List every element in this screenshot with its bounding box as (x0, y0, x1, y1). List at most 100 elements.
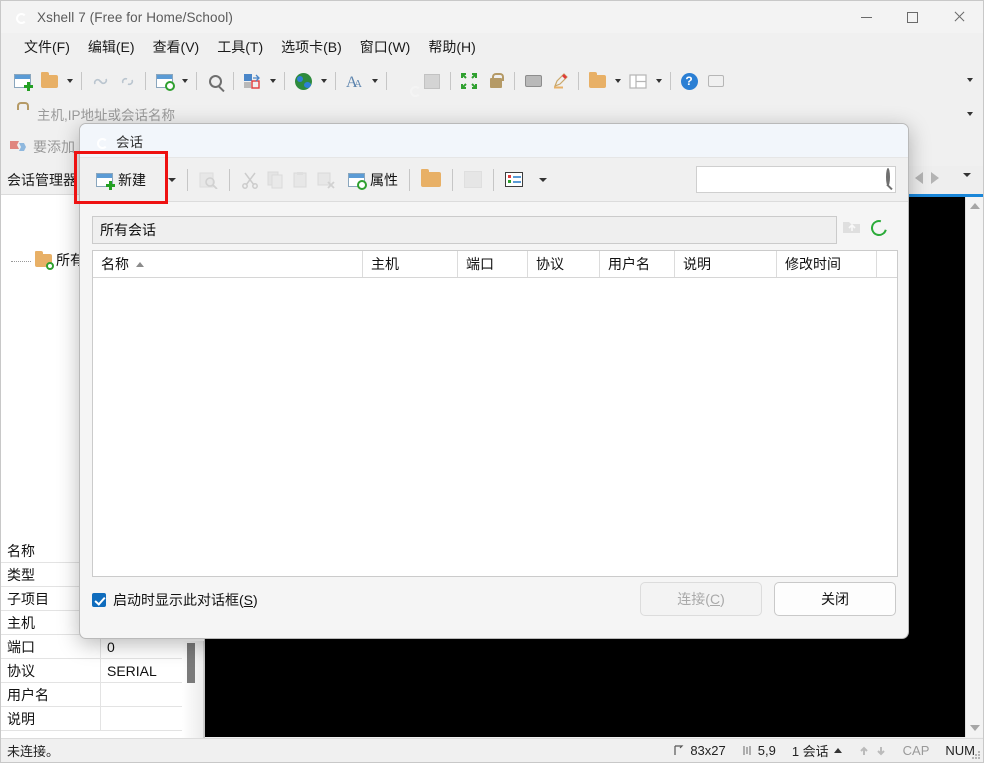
scroll-down-button[interactable] (966, 719, 983, 737)
minimize-button[interactable] (843, 1, 889, 33)
highlight-button[interactable] (547, 68, 573, 94)
column-header-protocol[interactable]: 协议 (528, 251, 600, 277)
font-button[interactable]: A A (341, 68, 367, 94)
properties-button[interactable]: 属性 (344, 165, 402, 195)
properties-dropdown[interactable] (178, 68, 191, 94)
dock-scrollbar[interactable] (182, 641, 204, 739)
scroll-up-button[interactable] (966, 197, 983, 215)
view-mode-button[interactable] (501, 165, 527, 195)
column-label: 用户名 (608, 256, 650, 272)
menu-edit[interactable]: 编辑(E) (79, 33, 144, 61)
close-dialog-button[interactable]: 关闭 (774, 582, 896, 616)
open-folder-button[interactable] (417, 165, 445, 195)
session-properties-button[interactable] (151, 68, 177, 94)
disconnect-icon (93, 78, 107, 84)
menu-file[interactable]: 文件(F) (15, 33, 79, 61)
toolbar-separator (196, 72, 197, 90)
keyboard-icon (524, 75, 542, 87)
chevron-down-icon (181, 79, 188, 83)
property-row: 用户名 (1, 683, 204, 707)
show-on-startup-checkbox-row[interactable]: 启动时显示此对话框(S) (92, 590, 258, 610)
new-session-icon (96, 172, 115, 190)
show-on-startup-checkbox[interactable] (92, 593, 106, 607)
open-session-dropdown[interactable] (63, 68, 76, 94)
property-row: 说明 (1, 707, 204, 731)
window-controls (843, 1, 983, 33)
find-button[interactable] (202, 68, 228, 94)
menu-tools[interactable]: 工具(T) (208, 33, 272, 61)
column-header-host[interactable]: 主机 (363, 251, 458, 277)
column-header-description[interactable]: 说明 (675, 251, 777, 277)
new-session-label: 新建 (118, 171, 146, 188)
dialog-search-box[interactable] (696, 166, 896, 193)
chevron-down-icon (269, 79, 276, 83)
column-header-username[interactable]: 用户名 (600, 251, 675, 277)
session-table-body[interactable] (93, 278, 897, 576)
quick-connect-placeholder[interactable]: 主机,IP地址或会话名称 (37, 104, 175, 124)
window-title: Xshell 7 (Free for Home/School) (37, 9, 233, 25)
menu-tabs[interactable]: 选项卡(B) (272, 33, 351, 61)
layout-button[interactable] (625, 68, 651, 94)
column-header-name[interactable]: 名称 (93, 251, 363, 277)
link-icon (121, 77, 133, 85)
menu-view[interactable]: 查看(V) (144, 33, 209, 61)
view-mode-dropdown[interactable] (535, 165, 551, 195)
feedback-button[interactable] (703, 68, 729, 94)
title-bar: Xshell 7 (Free for Home/School) (1, 1, 983, 33)
menu-help[interactable]: 帮助(H) (419, 33, 484, 61)
column-label: 名称 (101, 256, 129, 272)
new-session-button[interactable]: 新建 (92, 165, 150, 195)
column-header-port[interactable]: 端口 (458, 251, 528, 277)
chevron-down-icon (614, 79, 621, 83)
new-session-dropdown[interactable] (164, 165, 180, 195)
property-row: 协议 SERIAL (1, 659, 204, 683)
refresh-icon[interactable] (868, 217, 890, 239)
status-connection-text: 未连接。 (7, 744, 60, 759)
tab-list-button[interactable] (963, 173, 971, 191)
browser-dropdown[interactable] (317, 68, 330, 94)
rename-button (195, 165, 222, 195)
fullscreen-button[interactable] (456, 68, 482, 94)
close-icon (953, 11, 965, 23)
dialog-close-button[interactable] (862, 124, 908, 158)
terminal-scrollbar[interactable] (965, 197, 983, 737)
dialog-action-buttons: 连接(C) 关闭 (640, 582, 896, 616)
lock-button[interactable] (483, 68, 509, 94)
dock-scrollbar-thumb[interactable] (187, 643, 195, 683)
lock-icon (490, 73, 504, 88)
open-session-button[interactable] (36, 68, 62, 94)
status-cursor-text: 5,9 (757, 743, 776, 758)
maximize-button[interactable] (889, 1, 935, 33)
new-session-icon (13, 74, 33, 91)
toolbar-separator (284, 72, 285, 90)
toolbar-separator (670, 72, 671, 90)
transfer-button[interactable] (239, 68, 265, 94)
browser-button[interactable] (290, 68, 316, 94)
session-path-bar[interactable]: 所有会话 (92, 216, 837, 244)
search-input[interactable] (700, 168, 868, 191)
column-header-modified[interactable]: 修改时间 (777, 251, 877, 277)
status-transfer-indicators (858, 745, 887, 757)
tab-next-icon[interactable] (931, 172, 939, 184)
help-button[interactable]: ? (676, 68, 702, 94)
font-dropdown[interactable] (368, 68, 381, 94)
transfer-dropdown[interactable] (266, 68, 279, 94)
connect-accel: C (709, 591, 721, 607)
keyboard-button[interactable] (520, 68, 546, 94)
comment-icon (708, 75, 724, 87)
new-session-button[interactable] (9, 68, 35, 94)
toolbar-overflow-button[interactable] (963, 65, 977, 95)
menu-window[interactable]: 窗口(W) (351, 33, 420, 61)
add-folder-button[interactable] (584, 68, 610, 94)
add-folder-icon (588, 71, 606, 88)
path-action-buttons (842, 217, 890, 239)
address-overflow-button[interactable] (963, 101, 977, 127)
resize-grip-icon[interactable] (969, 748, 981, 760)
property-key: 用户名 (1, 683, 101, 706)
search-icon[interactable] (886, 168, 890, 186)
add-folder-dropdown[interactable] (611, 68, 624, 94)
tab-prev-icon[interactable] (915, 172, 923, 184)
layout-dropdown[interactable] (652, 68, 665, 94)
status-session-count[interactable]: 1 会话 (792, 741, 842, 760)
close-button[interactable] (935, 1, 983, 33)
